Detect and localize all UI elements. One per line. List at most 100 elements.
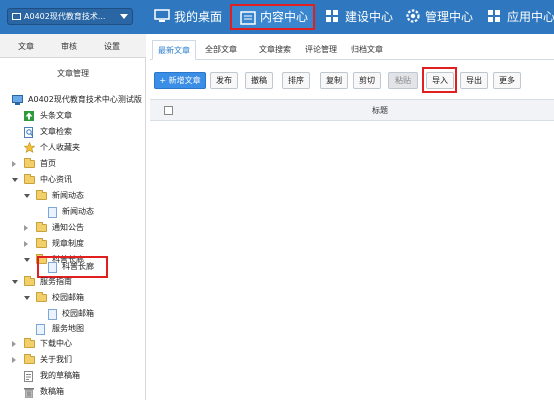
sidebar-tab-article[interactable]: 文章	[18, 41, 34, 52]
expand-icon[interactable]	[24, 241, 28, 247]
tree-label: 校园邮箱	[52, 293, 84, 302]
tree-label: 服务指南	[40, 277, 72, 286]
tree-item-science-gallery-page[interactable]: 科普长廊	[48, 260, 108, 274]
tree-label: 规章制度	[52, 239, 84, 248]
tree-item-campus-mail[interactable]: 校园邮箱	[24, 291, 124, 305]
folder-icon	[24, 354, 35, 364]
paste-button[interactable]: 粘贴	[388, 72, 418, 89]
folder-icon	[24, 158, 35, 168]
collapse-icon[interactable]	[24, 296, 30, 300]
tree-item-notices[interactable]: 通知公告	[24, 221, 124, 235]
tab-all-articles[interactable]: 全部文章	[200, 40, 242, 60]
tree-label: 服务地图	[52, 324, 84, 333]
sidebar-tab-review[interactable]: 审核	[61, 41, 77, 52]
sidebar-tab-settings[interactable]: 设置	[104, 41, 120, 52]
tree-item-downloads[interactable]: 下载中心	[12, 337, 112, 351]
tree-label: 新闻动态	[52, 191, 84, 200]
expand-icon[interactable]	[24, 225, 28, 231]
nav-build-center[interactable]: 建设中心	[325, 5, 397, 29]
site-select[interactable]: A0402现代教育技术...	[7, 8, 133, 25]
tree-item-favorites[interactable]: 个人收藏夹	[24, 141, 124, 155]
tree-label: 下载中心	[40, 339, 72, 348]
tree-item-regulations[interactable]: 规章制度	[24, 237, 124, 251]
content-icon	[240, 11, 256, 25]
tree-item-service-map[interactable]: 服务地图	[36, 322, 126, 336]
collapse-icon[interactable]	[12, 280, 18, 284]
withdraw-button[interactable]: 撤稿	[245, 72, 273, 89]
nav-label: 内容中心	[260, 10, 309, 24]
nav-my-desktop[interactable]: 我的桌面	[154, 5, 228, 29]
tree-item-headlines[interactable]: 头条文章	[24, 109, 124, 123]
tab-article-search[interactable]: 文章搜索	[254, 40, 296, 60]
tree-item-recycle[interactable]: 数稿箱	[24, 385, 124, 399]
more-button[interactable]: 更多	[493, 72, 521, 89]
top-bar: A0402现代教育技术... 我的桌面 内容中心 建设中心 管理中心 应用中心	[0, 0, 554, 34]
tree-root[interactable]: A0402现代教育技术中心测试版	[12, 93, 146, 107]
folder-icon	[24, 174, 35, 184]
add-article-button[interactable]: + 新增文章	[154, 72, 206, 89]
desktop-icon	[154, 9, 170, 22]
tab-latest-articles[interactable]: 最新文章	[152, 40, 196, 60]
folder-icon	[36, 190, 47, 200]
nav-label: 管理中心	[425, 10, 474, 24]
gear-icon	[406, 9, 420, 23]
expand-icon[interactable]	[12, 357, 16, 363]
tree-label: 新闻动态	[62, 207, 94, 216]
tree-label: 关于我们	[40, 355, 72, 364]
column-header-title[interactable]: 标题	[372, 105, 388, 116]
sidebar-tabs: 文章 审核 设置	[0, 34, 146, 58]
tree-item-home[interactable]: 首页	[12, 157, 112, 171]
tree-item-news[interactable]: 新闻动态	[24, 189, 124, 203]
folder-icon	[24, 276, 35, 286]
apps-icon	[488, 10, 500, 22]
tree-label: 我的草稿箱	[40, 371, 80, 380]
folder-icon	[24, 338, 35, 348]
article-grid-header: 标题	[150, 99, 554, 121]
folder-icon	[36, 238, 47, 248]
tree-label: 通知公告	[52, 223, 84, 232]
tree-label: 文章检索	[40, 127, 72, 136]
page-icon	[48, 309, 57, 320]
nav-admin-center[interactable]: 管理中心	[405, 5, 479, 29]
tree-label: 数稿箱	[40, 387, 64, 396]
tree-item-campus-mail-page[interactable]: 校园邮箱	[48, 307, 128, 321]
tab-archived-articles[interactable]: 归档文章	[346, 40, 388, 60]
nav-label: 应用中心	[507, 10, 554, 24]
expand-icon[interactable]	[12, 161, 16, 167]
export-button[interactable]: 导出	[460, 72, 488, 89]
import-button[interactable]: 导入	[426, 72, 454, 89]
trash-icon	[24, 388, 34, 398]
collapse-icon[interactable]	[12, 178, 18, 182]
cut-button[interactable]: 剪切	[353, 72, 381, 89]
tree-label: 头条文章	[40, 111, 72, 120]
nav-content-center[interactable]: 内容中心	[230, 4, 315, 30]
tree-item-about-us[interactable]: 关于我们	[12, 353, 112, 367]
tree-item-article-search[interactable]: 文章检索	[24, 125, 124, 139]
folder-icon	[36, 292, 47, 302]
copy-button[interactable]: 复制	[320, 72, 348, 89]
select-all-checkbox[interactable]	[164, 106, 173, 115]
publish-button[interactable]: 发布	[210, 72, 238, 89]
nav-label: 我的桌面	[174, 10, 223, 24]
tab-comment-management[interactable]: 评论管理	[300, 40, 342, 60]
sidebar-title: 文章管理	[57, 69, 89, 78]
monitor-icon	[12, 95, 23, 105]
collapse-icon[interactable]	[24, 258, 30, 262]
sidebar: 文章 审核 设置 文章管理 A0402现代教育技术中心测试版 头条文章 文章检索…	[0, 34, 146, 400]
tree-item-service-guide[interactable]: 服务指南	[12, 275, 112, 289]
tree-item-news-page[interactable]: 新闻动态	[48, 205, 128, 219]
tree-item-center-news[interactable]: 中心资讯	[12, 173, 122, 187]
search-doc-icon	[24, 127, 34, 138]
nav-app-center[interactable]: 应用中心	[487, 5, 554, 29]
main-tabs: 最新文章 全部文章 文章搜索 评论管理 归档文章	[150, 40, 554, 60]
site-select-label: A0402现代教育技术...	[24, 12, 106, 21]
site-icon	[12, 13, 21, 20]
tree-label: 首页	[40, 159, 56, 168]
tree-item-drafts[interactable]: 我的草稿箱	[24, 369, 124, 383]
tree-label: A0402现代教育技术中心测试版	[28, 95, 142, 104]
collapse-icon[interactable]	[24, 194, 30, 198]
tree-label: 科普长廊	[62, 262, 94, 271]
star-icon	[24, 142, 35, 153]
sort-button[interactable]: 排序	[282, 72, 310, 89]
expand-icon[interactable]	[12, 341, 16, 347]
